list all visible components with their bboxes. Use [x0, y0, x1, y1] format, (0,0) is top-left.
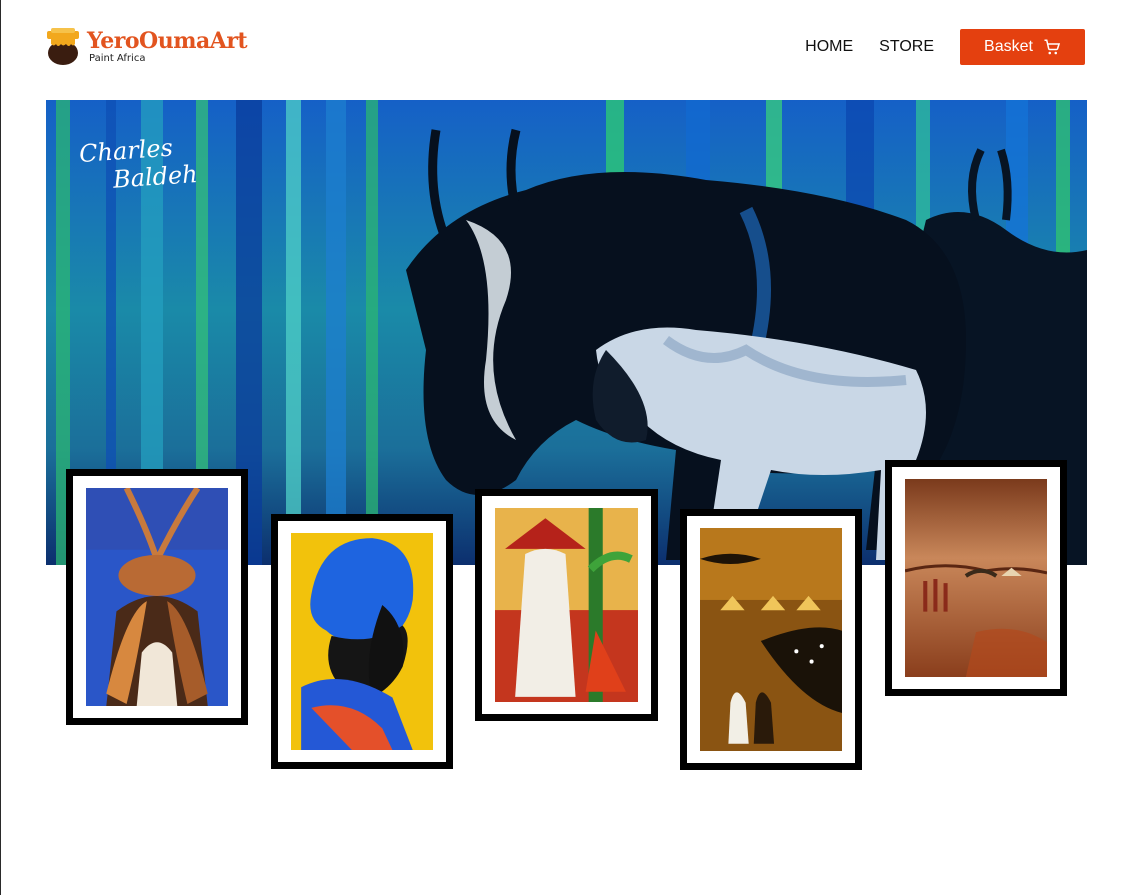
gallery-item-4[interactable]: [680, 509, 862, 770]
artist-signature: Charles Baldeh: [78, 132, 198, 196]
blue-headwrap-profile-painting: [291, 533, 433, 750]
brand-title: YeroOumaArt: [87, 28, 248, 54]
brand-subtitle: Paint Africa: [89, 53, 146, 64]
cart-icon: [1044, 39, 1061, 55]
brand-logo[interactable]: YeroOumaArt Paint Africa: [45, 28, 248, 66]
gallery-item-3[interactable]: [475, 489, 658, 721]
honey-pot-logo-icon: [47, 28, 79, 65]
gallery-item-5[interactable]: [885, 460, 1067, 696]
village-walk-painting: [700, 528, 842, 751]
nav-store-link[interactable]: STORE: [879, 38, 934, 56]
basket-label: Basket: [984, 38, 1033, 55]
top-nav: HOME STORE Basket: [805, 29, 1085, 65]
basket-button[interactable]: Basket: [960, 29, 1085, 65]
nav-home-link[interactable]: HOME: [805, 38, 853, 56]
women-carrying-baskets-painting: [86, 488, 228, 706]
gallery-item-1[interactable]: [66, 469, 248, 725]
sepia-landscape-painting: [905, 479, 1047, 677]
red-hat-figure-painting: [495, 508, 638, 702]
gallery-item-2[interactable]: [271, 514, 453, 769]
